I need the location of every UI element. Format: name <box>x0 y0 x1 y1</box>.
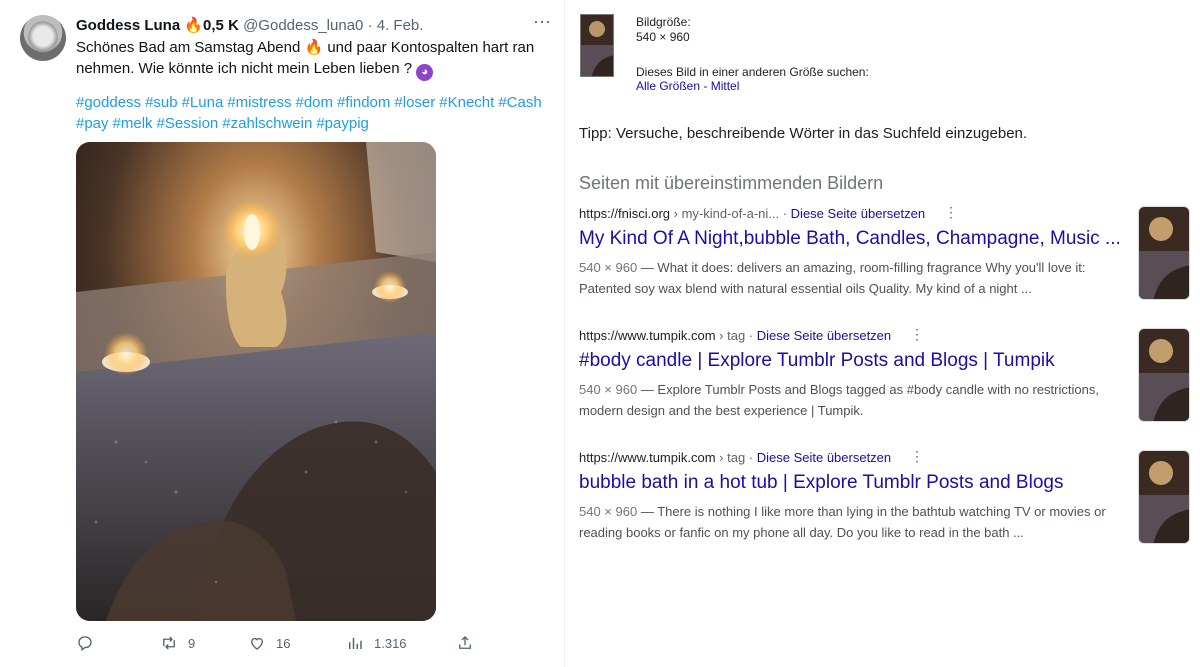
translate-page-link[interactable]: Diese Seite übersetzen <box>791 206 925 221</box>
size-links: Alle Größen - Mittel <box>636 79 739 93</box>
more-options-icon[interactable]: ⋮ <box>910 326 924 344</box>
matching-pages-heading: Seiten mit übereinstimmenden Bildern <box>579 173 884 193</box>
query-image-thumbnail[interactable] <box>580 14 614 77</box>
result-title-link[interactable]: bubble bath in a hot tub | Explore Tumbl… <box>579 471 1124 495</box>
tweet-card: Goddess Luna 🔥0,5 K @Goddess_luna0 · 4. … <box>0 0 565 667</box>
views-count: 1.316 <box>374 635 407 651</box>
result-snippet: 540 × 960 — Explore Tumblr Posts and Blo… <box>579 379 1124 421</box>
result-dimensions: 540 × 960 <box>579 504 638 519</box>
tweet-text: Schönes Bad am Samstag Abend 🔥 und paar … <box>76 38 554 81</box>
result-snippet: 540 × 960 — What it does: delivers an am… <box>579 257 1124 299</box>
tweet-text-part1: Schönes Bad am Samstag Abend <box>76 39 301 56</box>
reply-button[interactable] <box>76 632 104 654</box>
result-snippet-text: — What it does: delivers an amazing, roo… <box>579 260 1086 296</box>
search-tip: Tipp: Versuche, beschreibende Wörter in … <box>579 125 1028 142</box>
reply-icon <box>78 636 92 652</box>
result-cite: https://fnisci.org › my-kind-of-a-ni... … <box>579 206 925 221</box>
hashtag-link[interactable]: #Luna <box>182 94 224 111</box>
search-result: https://fnisci.org › my-kind-of-a-ni... … <box>579 204 1190 306</box>
smiling-devil-emoji-icon: ◕ <box>416 63 434 81</box>
translate-page-link[interactable]: Diese Seite übersetzen <box>757 450 891 465</box>
heart-icon <box>251 637 263 650</box>
display-name[interactable]: Goddess Luna <box>76 17 180 34</box>
result-thumbnail[interactable] <box>1138 206 1190 300</box>
hashtag-link[interactable]: #goddess <box>76 94 141 111</box>
other-sizes-label: Dieses Bild in einer anderen Größe suche… <box>636 65 869 79</box>
hashtag-link[interactable]: #melk <box>113 115 153 132</box>
result-title-link[interactable]: #body candle | Explore Tumblr Posts and … <box>579 349 1124 373</box>
image-size-label: Bildgröße: <box>636 15 691 29</box>
like-button[interactable]: 16 <box>248 632 290 654</box>
result-path: › my-kind-of-a-ni... · <box>670 206 791 221</box>
hashtag-link[interactable]: #Session <box>157 115 219 132</box>
medium-size-link[interactable]: Mittel <box>711 79 740 93</box>
hashtag-link[interactable]: #Knecht <box>439 94 494 111</box>
result-path: › tag · <box>715 328 757 343</box>
image-search-results: Bildgröße: 540 × 960 Dieses Bild in eine… <box>566 0 1200 667</box>
fire-emoji-icon: 🔥 <box>304 39 324 56</box>
result-cite: https://www.tumpik.com › tag · Diese Sei… <box>579 328 891 343</box>
hashtag-link[interactable]: #dom <box>296 94 334 111</box>
result-snippet: 540 × 960 — There is nothing I like more… <box>579 501 1124 543</box>
fire-emoji-icon: 🔥 <box>184 17 204 34</box>
name-suffix: 0,5 K <box>203 17 239 34</box>
retweet-icon <box>163 636 175 650</box>
result-site[interactable]: https://fnisci.org <box>579 206 670 221</box>
tweet-header: Goddess Luna 🔥0,5 K @Goddess_luna0 · 4. … <box>76 16 423 34</box>
views-chart-icon <box>349 637 362 649</box>
hashtag-link[interactable]: #mistress <box>227 94 291 111</box>
result-image <box>1139 451 1189 543</box>
search-result: https://www.tumpik.com › tag · Diese Sei… <box>579 448 1190 550</box>
tweet-photo[interactable] <box>76 142 436 621</box>
separator: · <box>367 17 373 34</box>
search-result: https://www.tumpik.com › tag · Diese Sei… <box>579 326 1190 428</box>
user-handle[interactable]: @Goddess_luna0 <box>243 17 363 34</box>
avatar[interactable] <box>20 15 66 61</box>
result-thumbnail[interactable] <box>1138 328 1190 422</box>
hashtag-link[interactable]: #findom <box>337 94 390 111</box>
hashtag-list: #goddess #sub #Luna #mistress #dom #findom #lo… <box>76 92 554 134</box>
result-image <box>1139 329 1189 421</box>
result-thumbnail[interactable] <box>1138 450 1190 544</box>
result-site[interactable]: https://www.tumpik.com <box>579 328 716 343</box>
share-button[interactable] <box>456 632 484 654</box>
result-snippet-text: — There is nothing I like more than lyin… <box>579 504 1106 540</box>
result-title-link[interactable]: My Kind Of A Night,bubble Bath, Candles,… <box>579 227 1124 251</box>
all-sizes-link[interactable]: Alle Größen <box>636 79 700 93</box>
retweet-button[interactable]: 9 <box>160 632 195 654</box>
hashtag-link[interactable]: #loser <box>394 94 435 111</box>
bath-photo-image <box>76 142 436 621</box>
retweet-count: 9 <box>188 635 196 651</box>
result-dimensions: 540 × 960 <box>579 260 638 275</box>
like-count: 16 <box>276 635 291 651</box>
share-icon <box>459 636 471 649</box>
hashtag-link[interactable]: #paypig <box>316 115 369 132</box>
tweet-actions: 9 16 1.316 <box>76 632 476 654</box>
views-button[interactable]: 1.316 <box>346 632 407 654</box>
hashtag-link[interactable]: #Cash <box>498 94 541 111</box>
hashtag-link[interactable]: #pay <box>76 115 109 132</box>
size-link-separator: - <box>700 79 711 93</box>
translate-page-link[interactable]: Diese Seite übersetzen <box>757 328 891 343</box>
result-cite: https://www.tumpik.com › tag · Diese Sei… <box>579 450 891 465</box>
tweet-date[interactable]: 4. Feb. <box>377 17 424 34</box>
query-image <box>581 15 613 76</box>
result-snippet-text: — Explore Tumblr Posts and Blogs tagged … <box>579 382 1099 418</box>
hashtag-link[interactable]: #sub <box>145 94 178 111</box>
result-dimensions: 540 × 960 <box>579 382 638 397</box>
more-options-icon[interactable]: ⋮ <box>910 448 924 466</box>
more-options-icon[interactable]: ⋮ <box>944 204 958 222</box>
result-path: › tag · <box>715 450 757 465</box>
more-options-icon[interactable]: ··· <box>532 12 552 34</box>
image-size-value: 540 × 960 <box>636 30 690 44</box>
result-site[interactable]: https://www.tumpik.com <box>579 450 716 465</box>
hashtag-link[interactable]: #zahlschwein <box>222 115 312 132</box>
result-image <box>1139 207 1189 299</box>
